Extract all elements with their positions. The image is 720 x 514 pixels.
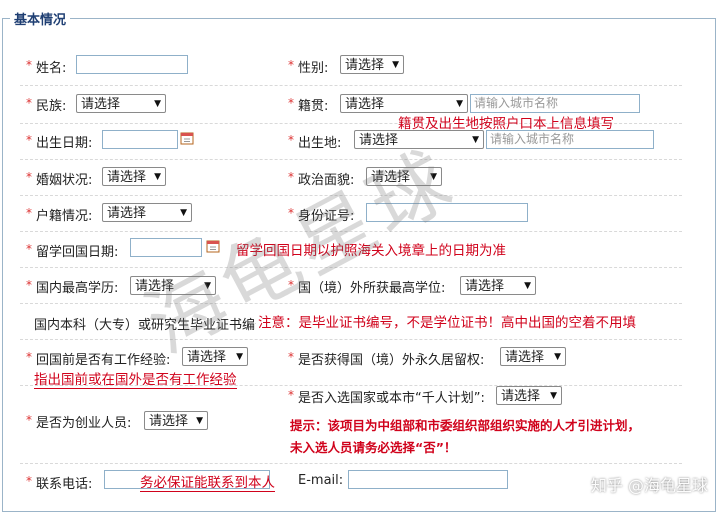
gender-select[interactable]: 请选择 ▼ <box>340 55 404 74</box>
email-label: E-mail: <box>298 473 344 488</box>
phone-note: 务必保证能联系到本人 <box>140 471 275 492</box>
form-row-name: * 姓名: * 性别: 请选择 ▼ <box>20 48 682 86</box>
work-before-label: 回国前是否有工作经验: <box>36 353 171 368</box>
marital-status-select-value: 请选择 <box>107 170 147 185</box>
email-input[interactable] <box>348 470 508 489</box>
entrepreneur-label: 是否为创业人员: <box>36 416 132 431</box>
household-select[interactable]: 请选择 ▼ <box>102 203 192 222</box>
required-mark: * <box>288 170 294 184</box>
chevron-down-icon: ▼ <box>236 352 243 362</box>
section-title: 基本情况 <box>10 9 71 28</box>
required-mark: * <box>26 350 32 364</box>
form-row-work: * 回国前是否有工作经验: 请选择 ▼ 指出国前或在国外是否有工作经验 * 是否获… <box>20 339 682 389</box>
household-select-value: 请选择 <box>107 206 147 221</box>
zhihu-watermark: 知乎 @海龟星球 <box>590 476 708 495</box>
chevron-down-icon: ▼ <box>154 99 161 109</box>
tip-line-1: 提示：该项目为中组部和市委组织部组织实施的人才引进计划， <box>290 418 641 433</box>
required-mark: * <box>26 58 32 72</box>
required-mark: * <box>288 96 294 110</box>
household-label: 户籍情况: <box>36 209 93 224</box>
chevron-down-icon: ▼ <box>392 60 399 70</box>
required-mark: * <box>26 474 32 488</box>
birth-place-city-input[interactable]: 请输入城市名称 <box>486 130 654 149</box>
required-mark: * <box>26 133 32 147</box>
thousand-talents-select[interactable]: 请选择 ▼ <box>496 386 562 405</box>
return-date-label: 留学回国日期: <box>36 245 119 260</box>
marital-status-select[interactable]: 请选择 ▼ <box>102 167 166 186</box>
birth-place-label: 出生地: <box>298 136 342 151</box>
native-place-label: 籍贯: <box>298 99 329 114</box>
foreign-degree-select[interactable]: 请选择 ▼ <box>460 276 536 295</box>
chevron-down-icon: ▼ <box>550 391 557 401</box>
form-row-ethnicity: * 民族: 请选择 ▼ * 籍贯: 请选择 ▼ 请输入城市名称 籍贯及出生地按照户口… <box>20 85 682 132</box>
required-mark: * <box>26 206 32 220</box>
birth-date-input[interactable] <box>102 130 178 149</box>
ethnicity-select-value: 请选择 <box>81 97 121 112</box>
permanent-residency-select-value: 请选择 <box>505 350 545 365</box>
required-mark: * <box>288 350 294 364</box>
entrepreneur-select-value: 请选择 <box>149 414 189 429</box>
gender-label: 性别: <box>298 61 329 76</box>
form-row-cert: 国内本科（大专）或研究生毕业证书编号: 注意：是毕业证书编号，不是学位证书！高中… <box>20 303 682 340</box>
ethnicity-select[interactable]: 请选择 ▼ <box>76 94 166 113</box>
thousand-talents-select-value: 请选择 <box>501 389 541 404</box>
tip-line-2: 未入选人员请务必选择“否”！ <box>290 440 457 455</box>
birth-date-label: 出生日期: <box>36 136 93 151</box>
name-label: 姓名: <box>36 61 67 76</box>
form-row-talent: * 是否入选国家或本市“千人计划”: 请选择 ▼ * 是否为创业人员: 请选择 ▼ … <box>20 385 682 464</box>
name-input[interactable] <box>76 55 188 74</box>
required-mark: * <box>26 170 32 184</box>
ethnicity-label: 民族: <box>36 99 67 114</box>
required-mark: * <box>26 242 32 256</box>
required-mark: * <box>26 278 32 292</box>
chevron-down-icon: ▼ <box>472 135 479 145</box>
entrepreneur-select[interactable]: 请选择 ▼ <box>144 411 208 430</box>
permanent-residency-select[interactable]: 请选择 ▼ <box>500 347 566 366</box>
required-mark: * <box>26 96 32 110</box>
form-row-contact: * 联系电话: 务必保证能联系到本人 E-mail: <box>20 463 682 499</box>
native-place-select-value: 请选择 <box>345 97 385 112</box>
chevron-down-icon: ▼ <box>554 352 561 362</box>
foreign-degree-select-value: 请选择 <box>465 279 505 294</box>
thousand-talents-label: 是否入选国家或本市“千人计划”: <box>298 391 485 406</box>
required-mark: * <box>288 133 294 147</box>
cert-note: 注意：是毕业证书编号，不是学位证书！高中出国的空着不用填 <box>256 311 636 331</box>
chevron-down-icon: ▼ <box>154 172 161 182</box>
required-mark: * <box>288 58 294 72</box>
domestic-degree-label: 国内最高学历: <box>36 281 119 296</box>
phone-label: 联系电话: <box>36 477 93 492</box>
chevron-down-icon: ▼ <box>180 208 187 218</box>
native-place-select[interactable]: 请选择 ▼ <box>340 94 468 113</box>
chevron-down-icon: ▼ <box>196 416 203 426</box>
required-mark: * <box>26 413 32 427</box>
required-mark: * <box>288 388 294 402</box>
gender-select-value: 请选择 <box>345 58 385 73</box>
marital-status-label: 婚姻状况: <box>36 173 93 188</box>
native-place-city-input[interactable]: 请输入城市名称 <box>470 94 640 113</box>
calendar-icon[interactable] <box>180 131 194 145</box>
permanent-residency-label: 是否获得国（境）外永久居留权: <box>298 353 485 368</box>
chevron-down-icon: ▼ <box>524 281 531 291</box>
